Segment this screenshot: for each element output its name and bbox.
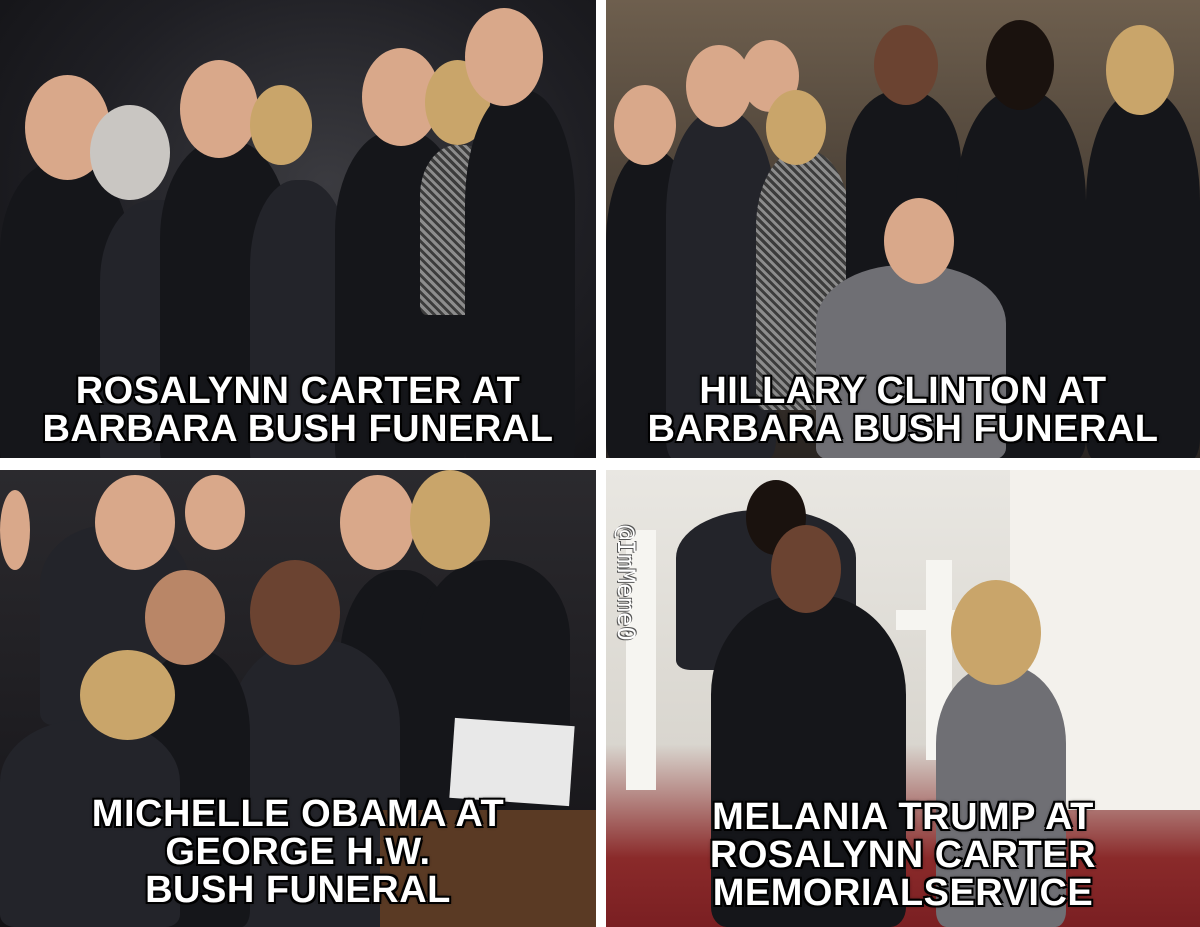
person-head [250, 560, 340, 665]
person-head [986, 20, 1054, 110]
person-head [145, 570, 225, 665]
caption-line: MICHELLE OBAMA AT [91, 793, 505, 835]
watermark: @ImMeme0 [606, 478, 646, 688]
caption: MELANIA TRUMP AT ROSALYNN CARTER MEMORIA… [606, 798, 1200, 912]
person-head [185, 475, 245, 550]
person-head [771, 525, 841, 613]
person-head [951, 580, 1041, 685]
caption-line: GEORGE H.W. [165, 831, 431, 873]
person-head [90, 105, 170, 200]
person-head [614, 85, 676, 165]
person-head [1106, 25, 1174, 115]
caption-line: BARBARA BUSH FUNERAL [647, 408, 1159, 450]
caption-line: ROSALYNN CARTER [709, 834, 1097, 876]
photo-panel-4: MELANIA TRUMP AT ROSALYNN CARTER MEMORIA… [606, 470, 1200, 927]
caption-line: ROSALYNN CARTER AT [75, 370, 521, 412]
person-head [340, 475, 415, 570]
caption: HILLARY CLINTON AT BARBARA BUSH FUNERAL [606, 372, 1200, 448]
caption: ROSALYNN CARTER AT BARBARA BUSH FUNERAL [0, 372, 596, 448]
person-head [884, 198, 954, 284]
photo-panel-2: HILLARY CLINTON AT BARBARA BUSH FUNERAL [606, 0, 1200, 458]
person-head [874, 25, 938, 105]
caption-line: MELANIA TRUMP AT [712, 796, 1094, 838]
person-head [180, 60, 258, 158]
person-head [465, 8, 543, 106]
person-head [410, 470, 490, 570]
caption-line: MEMORIALSERVICE [712, 872, 1094, 914]
caption-line: HILLARY CLINTON AT [699, 370, 1107, 412]
caption-line: BARBARA BUSH FUNERAL [42, 408, 554, 450]
photo-panel-1: ROSALYNN CARTER AT BARBARA BUSH FUNERAL [0, 0, 596, 458]
photo-panel-3: MICHELLE OBAMA AT GEORGE H.W. BUSH FUNER… [0, 470, 596, 927]
watermark-text: @ImMeme0 [612, 525, 640, 641]
person-head [95, 475, 175, 570]
person-head [0, 490, 30, 570]
caption: MICHELLE OBAMA AT GEORGE H.W. BUSH FUNER… [0, 795, 596, 909]
person-head [250, 85, 312, 165]
person-head [766, 90, 826, 165]
caption-line: BUSH FUNERAL [145, 869, 451, 911]
person-head [80, 650, 175, 740]
